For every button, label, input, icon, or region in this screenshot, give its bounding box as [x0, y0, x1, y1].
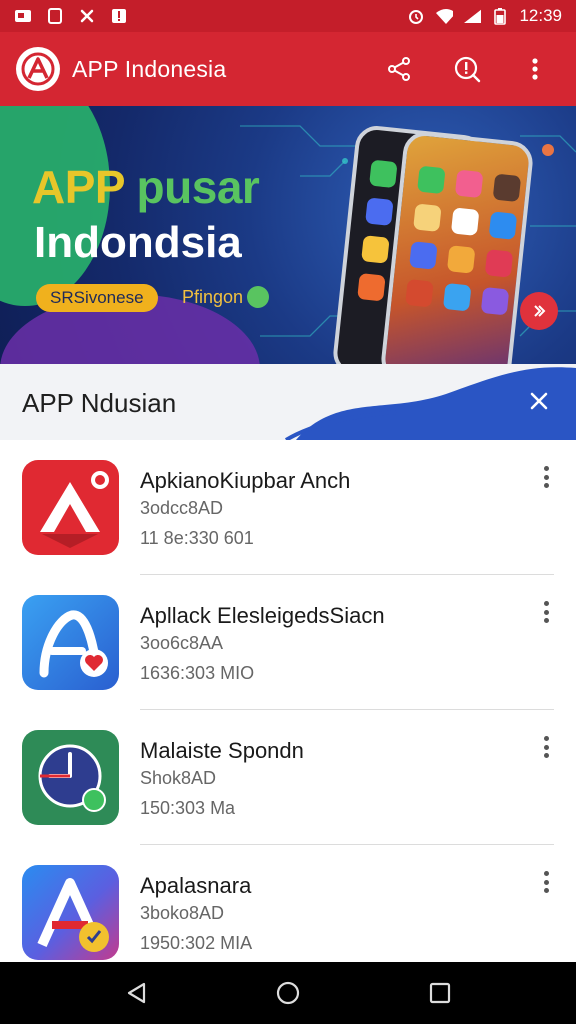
more-vert-icon[interactable]: [540, 734, 552, 760]
promo-banner[interactable]: APP pusar Indondsia SRSivonese Pfingon: [0, 106, 576, 364]
app-name: Apllack ElesleigedsSiacn: [140, 603, 385, 628]
gallery-icon: [46, 8, 64, 24]
wifi-icon: [435, 8, 454, 24]
phone-illustration-front: [379, 129, 535, 364]
app-subtitle: Shok8AD: [140, 768, 217, 788]
banner-pill[interactable]: SRSivonese: [36, 284, 158, 312]
app-subtitle: 3oo6c8AA: [140, 633, 224, 653]
banner-subtitle-text: Pfingon: [182, 286, 244, 307]
app-name: Malaiste Spondn: [140, 738, 304, 763]
share-icon[interactable]: [384, 54, 414, 84]
gradient-a-icon: [22, 865, 119, 960]
red-a-logo-icon: [22, 460, 119, 555]
app-bar-actions: [384, 54, 560, 84]
green-clock-icon: [22, 730, 119, 825]
alert-icon: [110, 8, 128, 24]
info-icon[interactable]: [452, 54, 482, 84]
banner-next-button[interactable]: [520, 292, 558, 330]
app-name: ApkianoKiupbar Anch: [140, 468, 351, 493]
status-left-icons: [14, 8, 128, 24]
more-vert-icon[interactable]: [540, 464, 552, 490]
banner-title-line1-part-b: pusar: [136, 161, 260, 213]
blue-a-heart-icon: [22, 595, 119, 690]
banner-title-line2: Indondsia: [34, 218, 242, 267]
banner-title-line1: APP pusar: [32, 160, 260, 214]
app-logo-icon: [16, 47, 60, 91]
system-nav-bar: [0, 962, 576, 1024]
missed-call-icon: [78, 8, 96, 24]
list-item[interactable]: Malaiste Spondn Shok8AD 150:303 Ma: [0, 710, 576, 845]
app-bar: APP Indonesia: [0, 32, 576, 106]
back-icon[interactable]: [116, 973, 156, 1013]
more-vert-icon[interactable]: [540, 869, 552, 895]
notification-icon: [14, 8, 32, 24]
close-icon[interactable]: [524, 386, 554, 416]
signal-icon: [463, 8, 482, 24]
battery-icon: [491, 8, 509, 25]
banner-subtitle: Pfingon: [182, 286, 270, 308]
app-list: ApkianoKiupbar Anch 3odcc8AD 11 8e:330 6…: [0, 440, 576, 980]
section-title: APP Ndusian: [22, 388, 177, 418]
app-meta: 150:303 Ma: [140, 798, 236, 818]
banner-title-line1-part-a: APP: [32, 161, 137, 213]
section-header: APP Ndusian: [0, 364, 576, 440]
app-subtitle: 3boko8AD: [140, 903, 225, 923]
recents-icon[interactable]: [420, 973, 460, 1013]
banner-dot-icon: [247, 286, 270, 308]
list-item[interactable]: Apllack ElesleigedsSiacn 3oo6c8AA 1636:3…: [0, 575, 576, 710]
app-meta: 11 8e:330 601: [140, 528, 254, 548]
app-meta: 1636:303 MIO: [140, 663, 255, 683]
status-time: 12:39: [519, 6, 562, 25]
phone-app-grid-front: [405, 165, 522, 316]
app-subtitle: 3odcc8AD: [140, 498, 224, 518]
home-icon[interactable]: [268, 973, 308, 1013]
status-right-icons: 12:39: [407, 6, 562, 26]
app-meta: 1950:302 MIA: [140, 933, 253, 953]
list-item[interactable]: Apalasnara 3boko8AD 1950:302 MIA: [0, 845, 576, 980]
status-bar: 12:39: [0, 0, 576, 32]
app-name: Apalasnara: [140, 873, 252, 898]
alarm-icon: [407, 8, 425, 24]
more-vert-icon[interactable]: [520, 54, 550, 84]
more-vert-icon[interactable]: [540, 599, 552, 625]
list-item[interactable]: ApkianoKiupbar Anch 3odcc8AD 11 8e:330 6…: [0, 440, 576, 575]
app-title: APP Indonesia: [72, 55, 227, 82]
